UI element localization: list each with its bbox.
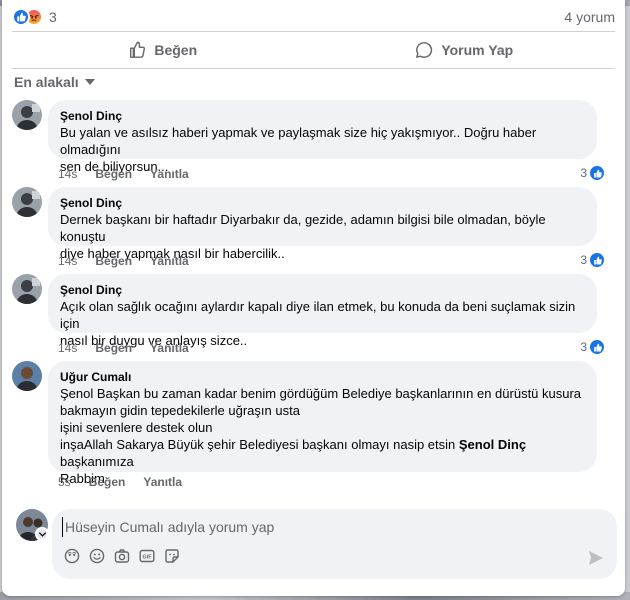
comment-reply-button[interactable]: Yanıtla (150, 254, 189, 268)
comment-line: işini sevenlere destek olun (60, 420, 213, 435)
comment-meta: 5s Beğen Yanıtla (58, 475, 182, 489)
comment-like-number: 3 (580, 166, 587, 180)
comment-button[interactable]: Yorum Yap (314, 34, 616, 66)
comment-text: Şenol Başkan bu zaman kadar benim gördüğ… (60, 385, 585, 487)
comment-like-number: 3 (580, 340, 587, 354)
like-reaction-icon (589, 252, 605, 268)
comment-line: Bu yalan ve asılsız haberi yapmak ve pay… (60, 125, 537, 157)
comment-bubble-icon (416, 42, 433, 58)
avatar[interactable] (12, 361, 42, 391)
comment-text-fragment: inşaAllah Sakarya Büyük şehir Belediyesi… (60, 437, 459, 452)
comment-time[interactable]: 14s (58, 254, 77, 268)
comment-bubble: Uğur Cumalı Şenol Başkan bu zaman kadar … (48, 361, 597, 486)
camera-icon[interactable] (114, 548, 130, 564)
comment-count[interactable]: 4 yorum (564, 9, 615, 25)
comment-bubble: Şenol Dinç Bu yalan ve asılsız haberi ya… (48, 100, 597, 174)
comment-line: inşaAllah Sakarya Büyük şehir Belediyesi… (60, 436, 585, 470)
like-reaction-icon[interactable] (12, 8, 30, 26)
comment-time[interactable]: 5s (58, 475, 71, 489)
comment-author[interactable]: Şenol Dinç (60, 108, 585, 124)
svg-text:GIF: GIF (142, 555, 152, 561)
comment-author[interactable]: Uğur Cumalı (60, 369, 585, 385)
comment-reaction-count[interactable]: 3 (580, 339, 605, 355)
mention-link[interactable]: Şenol Dinç (459, 437, 526, 452)
comment-reaction-count[interactable]: 3 (580, 252, 605, 268)
comment-meta: 14s Beğen Yanıtla (58, 341, 189, 355)
caret-down-icon (84, 79, 95, 85)
emoji-icon[interactable] (89, 548, 105, 564)
comment-input[interactable] (62, 517, 605, 537)
like-button[interactable]: Beğen (12, 34, 314, 66)
chevron-down-icon[interactable] (35, 527, 49, 541)
like-button-label: Beğen (154, 42, 198, 58)
comment-line: Açık olan sağlık ocağını aylardır kapalı… (60, 299, 576, 331)
comment-reaction-count[interactable]: 3 (580, 165, 605, 181)
comment-line: Dernek başkanı bir haftadır Diyarbakır d… (60, 212, 546, 244)
comment-composer: GIF (52, 509, 617, 579)
comment-author[interactable]: Şenol Dinç (60, 195, 585, 211)
comment-text-fragment: başkanımıza (60, 454, 134, 469)
comment-line: Şenol Başkan bu zaman kadar benim gördüğ… (60, 386, 582, 401)
comment-meta: 14s Beğen Yanıtla (58, 254, 189, 268)
sticker-icon[interactable] (164, 548, 180, 564)
comment-line: bakmayın gidin tepedekilerle uğraşın ust… (60, 403, 300, 418)
comment-like-button[interactable]: Beğen (95, 341, 132, 355)
like-reaction-icon (589, 165, 605, 181)
comment-item: Şenol Dinç Açık olan sağlık ocağını ayla… (12, 274, 605, 355)
comment-time[interactable]: 14s (58, 167, 77, 181)
comments-panel: 3 4 yorum Beğen Yorum Yap En alakalı Şen… (2, 0, 625, 596)
comment-author[interactable]: Şenol Dinç (60, 282, 585, 298)
comment-time[interactable]: 14s (58, 341, 77, 355)
comment-button-label: Yorum Yap (441, 42, 514, 58)
send-icon[interactable] (587, 549, 605, 567)
comment-like-button[interactable]: Beğen (95, 167, 132, 181)
avatar[interactable] (12, 100, 42, 130)
divider (12, 68, 615, 69)
thumbs-up-icon (130, 41, 146, 58)
like-reaction-icon (589, 339, 605, 355)
composer-toolbar: GIF (64, 548, 180, 564)
sort-label: En alakalı (14, 74, 79, 90)
avatar[interactable] (12, 274, 42, 304)
comment-item: Uğur Cumalı Şenol Başkan bu zaman kadar … (12, 361, 597, 491)
comment-like-button[interactable]: Beğen (95, 254, 132, 268)
comment-item: Şenol Dinç Bu yalan ve asılsız haberi ya… (12, 100, 605, 181)
comment-bubble: Şenol Dinç Açık olan sağlık ocağını ayla… (48, 274, 597, 348)
comment-like-number: 3 (580, 253, 587, 267)
avatar[interactable] (12, 187, 42, 217)
post-action-bar: Beğen Yorum Yap (12, 34, 615, 66)
comment-meta: 14s Beğen Yanıtla (58, 167, 189, 181)
reactions-summary: 3 4 yorum (12, 6, 615, 28)
comment-item: Şenol Dinç Dernek başkanı bir haftadır D… (12, 187, 605, 268)
comment-bubble: Şenol Dinç Dernek başkanı bir haftadır D… (48, 187, 597, 261)
gif-icon[interactable]: GIF (139, 548, 155, 564)
comment-reply-button[interactable]: Yanıtla (150, 341, 189, 355)
comment-reply-button[interactable]: Yanıtla (150, 167, 189, 181)
comment-like-button[interactable]: Beğen (89, 475, 126, 489)
comment-reply-button[interactable]: Yanıtla (143, 475, 182, 489)
avatar-sticker-icon[interactable] (64, 548, 80, 564)
comment-sort-dropdown[interactable]: En alakalı (14, 74, 95, 90)
divider (12, 31, 615, 32)
reaction-count[interactable]: 3 (49, 9, 57, 25)
